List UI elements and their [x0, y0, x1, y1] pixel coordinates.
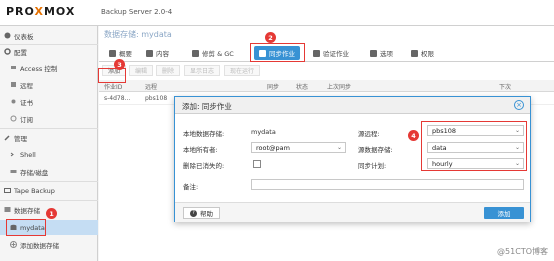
- gear-icon: [370, 49, 377, 57]
- proxmox-logo: PROXMOX: [6, 5, 76, 18]
- archive-icon: [4, 206, 11, 213]
- comment-label: 备注:: [183, 183, 199, 191]
- remove-button[interactable]: 删除: [156, 65, 181, 76]
- sidebar-item-administration[interactable]: 管理: [0, 130, 98, 145]
- remove-vanished-label: 删除已消失的:: [183, 162, 225, 170]
- show-log-button[interactable]: 显示日志: [184, 65, 221, 76]
- wrench-icon: [4, 134, 11, 141]
- comment-input[interactable]: [251, 179, 524, 190]
- tab-content[interactable]: 内容: [146, 46, 169, 60]
- cell-job-id: s-4d78...: [104, 95, 131, 102]
- dialog-add-button[interactable]: 添加: [484, 207, 524, 219]
- terminal-icon: [10, 151, 17, 158]
- chevron-down-icon: ⌄: [336, 144, 342, 151]
- column-header[interactable]: 状态: [296, 82, 308, 91]
- page-title: 数据存储: mydata: [104, 30, 172, 39]
- sidebar-item-configuration[interactable]: 配置: [0, 44, 98, 59]
- edit-button[interactable]: 编辑: [129, 65, 154, 76]
- tab-bar: 概要 内容 修剪 & GC 同步作业 验证作业 选项 权限: [99, 44, 554, 62]
- remove-vanished-checkbox[interactable]: [253, 160, 261, 168]
- step-badge-3: 3: [114, 59, 125, 70]
- sync-schedule-label: 同步计划:: [358, 162, 387, 170]
- dialog-titlebar: 添加: 同步作业 ×: [175, 97, 530, 114]
- source-remote-label: 源远程:: [358, 130, 380, 138]
- highlight-box-sync-tab: [250, 43, 305, 62]
- sidebar-item-shell[interactable]: Shell: [0, 147, 98, 162]
- source-datastore-label: 源数据存储:: [358, 146, 393, 154]
- dialog-title: 添加: 同步作业: [182, 102, 232, 111]
- help-button[interactable]: ? 帮助: [183, 207, 220, 219]
- header: PROXMOX Backup Server 2.0-4: [0, 0, 554, 26]
- prune-icon: [192, 49, 199, 57]
- tab-options[interactable]: 选项: [370, 46, 393, 60]
- sidebar-item-dashboard[interactable]: 仪表板: [0, 28, 98, 43]
- sidebar-item-certificates[interactable]: 证书: [0, 94, 98, 109]
- column-header[interactable]: 上次同步: [327, 82, 351, 91]
- unlock-icon: [411, 49, 418, 57]
- tab-verify-jobs[interactable]: 验证作业: [313, 46, 349, 60]
- cell-remote: pbs108: [145, 95, 168, 102]
- highlight-box-add-button: [98, 68, 126, 83]
- gears-icon: [4, 48, 11, 55]
- toolbar: 添加 编辑 删除 显示日志 现在运行: [99, 64, 554, 78]
- sidebar-item-subscription[interactable]: 订阅: [0, 111, 98, 126]
- plus-circle-icon: [10, 241, 17, 248]
- tab-permissions[interactable]: 权限: [411, 46, 434, 60]
- sidebar-item-storage-disks[interactable]: 存储/磁盘: [0, 164, 98, 179]
- local-owner-label: 本地所有者:: [183, 146, 218, 154]
- local-owner-select[interactable]: root@pam ⌄: [251, 142, 346, 153]
- highlight-box-source-fields: [421, 121, 527, 171]
- column-header[interactable]: 作业ID: [104, 82, 122, 91]
- hdd-icon: [10, 168, 17, 175]
- grid-header: 作业ID 远程 同步 状态 上次同步 下次: [99, 80, 554, 92]
- sidebar-item-tape-backup[interactable]: Tape Backup: [0, 183, 98, 198]
- highlight-box-mydata: [6, 219, 46, 236]
- tape-icon: [4, 187, 11, 194]
- local-datastore-label: 本地数据存储:: [183, 130, 225, 138]
- step-badge-4: 4: [408, 130, 419, 141]
- dialog-footer: ? 帮助 添加: [175, 202, 530, 222]
- certificate-icon: [10, 98, 17, 105]
- question-icon: ?: [190, 209, 197, 217]
- column-header[interactable]: 下次: [499, 82, 511, 91]
- tab-summary[interactable]: 概要: [109, 46, 132, 60]
- server-icon: [10, 81, 17, 88]
- local-datastore-value: mydata: [251, 128, 276, 136]
- dashboard-icon: [4, 32, 11, 39]
- support-icon: [10, 115, 17, 122]
- product-version: Backup Server 2.0-4: [101, 8, 173, 16]
- close-icon[interactable]: ×: [514, 100, 524, 110]
- column-header[interactable]: 远程: [145, 82, 157, 91]
- step-badge-2: 2: [265, 32, 276, 43]
- sidebar-item-remotes[interactable]: 远程: [0, 77, 98, 92]
- sidebar-item-add-datastore[interactable]: 添加数据存储: [0, 237, 98, 252]
- run-now-button[interactable]: 现在运行: [224, 65, 261, 76]
- content-icon: [146, 49, 153, 57]
- tab-prune-gc[interactable]: 修剪 & GC: [192, 46, 234, 60]
- column-header[interactable]: 同步: [267, 82, 279, 91]
- step-badge-1: 1: [46, 208, 57, 219]
- add-sync-job-dialog: 添加: 同步作业 × 本地数据存储: mydata 本地所有者: root@pa…: [174, 96, 531, 222]
- watermark: @51CTO博客: [497, 247, 548, 256]
- key-icon: [10, 64, 17, 71]
- check-icon: [313, 49, 320, 57]
- summary-icon: [109, 49, 116, 57]
- sidebar-item-access-control[interactable]: Access 控制: [0, 60, 98, 75]
